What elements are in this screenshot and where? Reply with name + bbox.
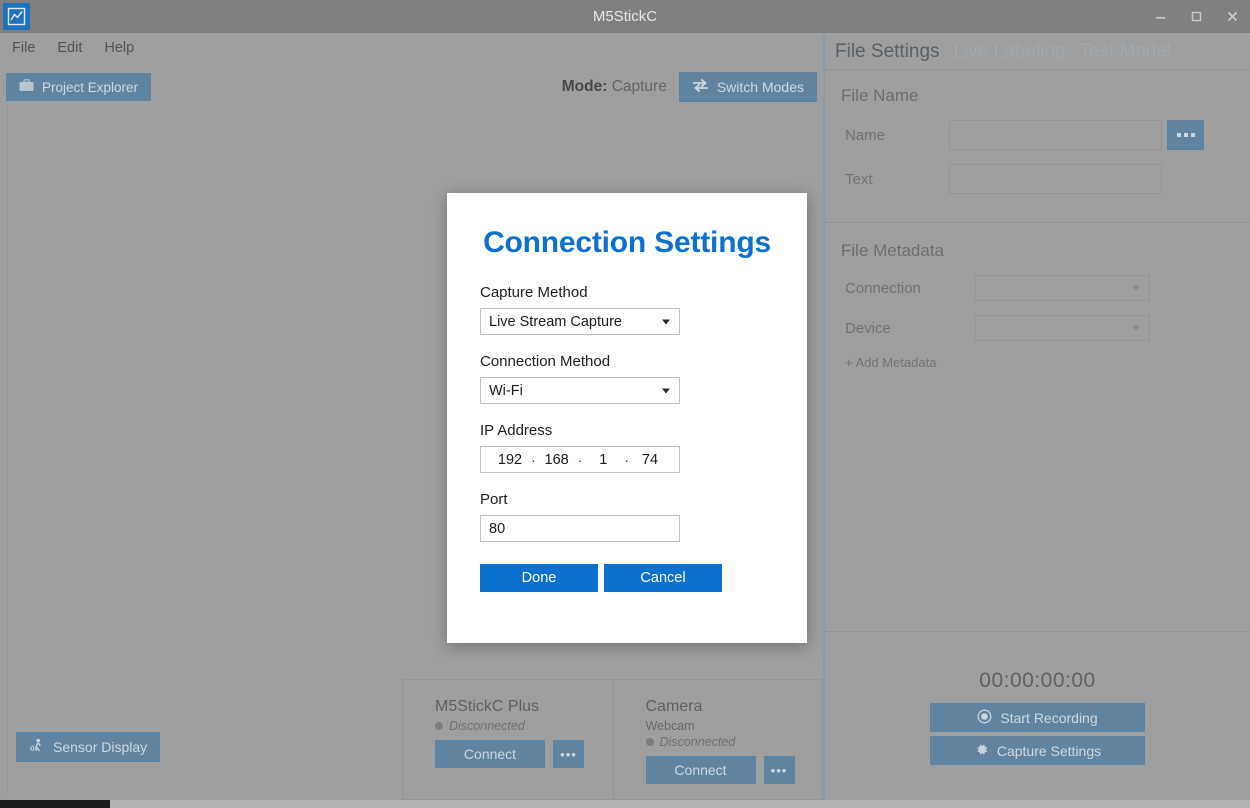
connection-method-label: Connection Method xyxy=(480,353,611,370)
clip-segment xyxy=(110,800,1250,808)
chevron-down-icon xyxy=(662,319,670,324)
chevron-down-icon xyxy=(662,388,670,393)
ip-address-input[interactable]: 192 · 168 · 1 · 74 xyxy=(480,446,680,473)
capture-method-value: Live Stream Capture xyxy=(489,313,622,330)
connection-method-value: Wi-Fi xyxy=(489,382,523,399)
dialog-title: Connection Settings xyxy=(483,226,771,259)
clipped-bottom-row xyxy=(0,800,1250,808)
ip-octet-2[interactable]: 168 xyxy=(540,452,574,468)
port-input[interactable]: 80 xyxy=(480,515,680,542)
ip-octet-3[interactable]: 1 xyxy=(586,452,620,468)
clip-segment xyxy=(0,800,110,808)
port-value: 80 xyxy=(489,520,506,537)
ip-separator: · xyxy=(530,451,536,468)
ip-octet-4[interactable]: 74 xyxy=(633,452,667,468)
ip-separator: · xyxy=(624,451,629,468)
dialog-actions: Done Cancel xyxy=(480,564,774,592)
application-window: M5StickC File Edit Help Project Explorer… xyxy=(0,0,1250,808)
done-button[interactable]: Done xyxy=(480,564,598,592)
dialog-body: Capture Method Live Stream Capture Conne… xyxy=(447,260,807,592)
cancel-button[interactable]: Cancel xyxy=(604,564,722,592)
capture-method-select[interactable]: Live Stream Capture xyxy=(480,308,680,335)
ip-octet-1[interactable]: 192 xyxy=(493,452,527,468)
capture-method-label: Capture Method xyxy=(480,284,588,301)
ip-address-label: IP Address xyxy=(480,422,553,439)
port-label: Port xyxy=(480,491,508,508)
ip-separator: · xyxy=(577,451,583,468)
connection-method-select[interactable]: Wi-Fi xyxy=(480,377,680,404)
connection-settings-dialog: Connection Settings Capture Method Live … xyxy=(447,193,807,643)
